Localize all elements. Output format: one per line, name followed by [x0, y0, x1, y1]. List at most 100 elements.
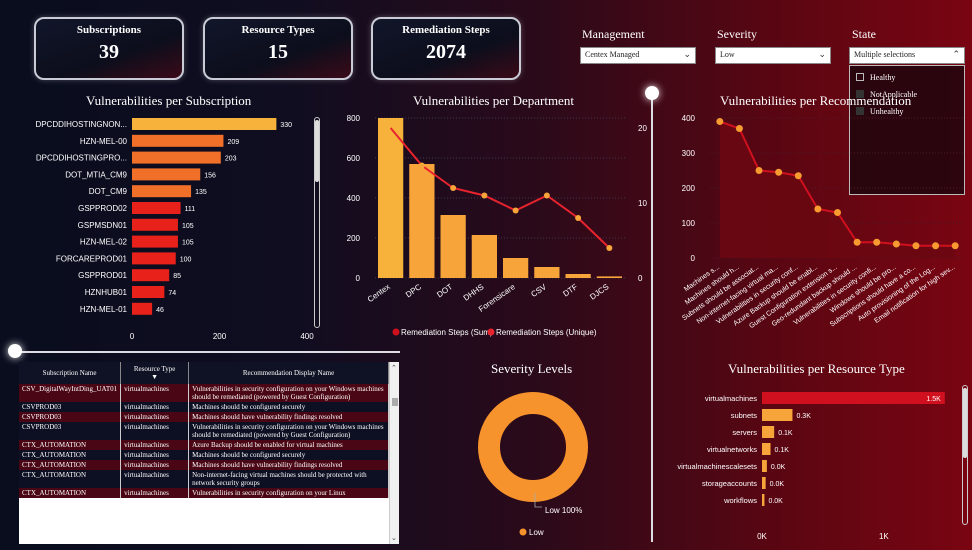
- y2-tick-label: 10: [638, 199, 647, 208]
- checkbox[interactable]: [856, 73, 864, 81]
- y-tick-label: HZNHUB01: [85, 288, 128, 297]
- y-tick-label: HZN-MEL-02: [80, 238, 128, 247]
- kpi-label: Remediation Steps: [402, 24, 490, 36]
- table-row[interactable]: CSV_DigitalWayIntDing_UAT01 virtualmachin…: [19, 384, 389, 402]
- cell-recommendation: Machines should have vulnerability findi…: [188, 412, 389, 422]
- state-option-healthy[interactable]: Healthy: [856, 71, 964, 83]
- bar: [762, 460, 767, 472]
- cell-subscription: CSVPROD03: [19, 422, 122, 440]
- bar: [132, 302, 153, 315]
- scrollbar-thumb[interactable]: [392, 398, 398, 406]
- state-dropdown[interactable]: Multiple selections ⌃: [849, 47, 965, 64]
- y-tick-label: DOT_CM9: [89, 187, 128, 196]
- x-tick-label: DTF: [561, 282, 579, 298]
- x-tick-label: DOT: [435, 282, 454, 299]
- data-label: 209: [227, 139, 239, 146]
- cell-recommendation: Machines should be configured securely: [188, 402, 389, 412]
- series-point: [853, 238, 861, 246]
- y-tick-label: 800: [347, 114, 361, 123]
- bar: [503, 258, 529, 278]
- data-label: 100: [180, 256, 192, 263]
- x-tick-label: 0K: [757, 532, 767, 541]
- table-row[interactable]: CSVPROD03 virtualmachines Vulnerabilities …: [19, 422, 389, 440]
- vertical-slider-handle[interactable]: [645, 86, 659, 100]
- x-tick-label: DHHS: [462, 282, 486, 302]
- cell-subscription: CSV_DigitalWayIntDing_UAT01: [19, 384, 122, 402]
- y2-tick-label: 20: [638, 124, 647, 133]
- severity-dropdown-value: Low: [720, 50, 735, 59]
- column-header-resource-type[interactable]: Resource Type ▼: [120, 362, 190, 384]
- cell-resource-type: virtualmachines: [120, 384, 190, 402]
- cell-subscription: CSVPROD03: [19, 402, 122, 412]
- cell-resource-type: virtualmachines: [120, 412, 190, 422]
- management-slicer-label: Management: [582, 27, 645, 41]
- table-row[interactable]: CSVPROD03 virtualmachines Machines should …: [19, 402, 389, 412]
- table-row[interactable]: CTX_AUTOMATION virtualmachines Machines sh…: [19, 460, 389, 470]
- series-point: [418, 162, 425, 169]
- x-tick-label: DPC: [404, 282, 423, 299]
- column-header-recommendation[interactable]: Recommendation Display Name: [188, 362, 389, 384]
- area-fill: [719, 121, 956, 258]
- cell-recommendation: Vulnerabilities in security configuratio…: [188, 384, 389, 402]
- data-label: 0.3K: [796, 413, 811, 420]
- subscription-bar-chart: DPCDDIHOSTINGNON... 330 HZN-MEL-00 209 DPCDD…: [35, 118, 314, 341]
- table-row[interactable]: CTX_AUTOMATION virtualmachines Machines sh…: [19, 450, 389, 460]
- y-tick-label: GSPPROD02: [78, 204, 127, 213]
- management-dropdown[interactable]: Centex Managed ⌄: [580, 47, 696, 64]
- severity-dropdown[interactable]: Low ⌄: [715, 47, 831, 64]
- kpi-subscriptions[interactable]: Subscriptions 39: [34, 17, 184, 80]
- management-dropdown-value: Centex Managed: [585, 50, 640, 59]
- scrollbar-thumb[interactable]: [963, 388, 967, 458]
- data-label: 0.0K: [771, 464, 786, 471]
- department-chart-title: Vulnerabilities per Department: [413, 93, 574, 108]
- y-tick-label: 0: [356, 274, 361, 283]
- series-point: [716, 118, 724, 125]
- cell-recommendation: Machines should be configured securely: [188, 450, 389, 460]
- table-row[interactable]: CTX_AUTOMATION virtualmachines Azure Backu…: [19, 440, 389, 450]
- y-tick-label: 0: [691, 254, 696, 263]
- recommendation-table[interactable]: Subscription Name Resource Type ▼ Recomme…: [19, 362, 399, 544]
- table-row[interactable]: CSVPROD03 virtualmachines Machines should …: [19, 412, 389, 422]
- series-point: [794, 172, 802, 180]
- series-point: [873, 238, 881, 246]
- bar: [409, 164, 435, 278]
- resource-scrollbar[interactable]: [962, 385, 968, 525]
- series-point: [932, 242, 940, 250]
- x-tick-label: 1K: [879, 532, 889, 541]
- bar: [762, 494, 765, 506]
- y-tick-label: HZN-MEL-01: [80, 305, 128, 314]
- department-combo-chart: 020040060080001020Centex DPC DOT DHHSForens…: [347, 114, 648, 337]
- state-dropdown-value: Multiple selections: [854, 50, 916, 59]
- subscription-chart-title: Vulnerabilities per Subscription: [86, 93, 252, 108]
- data-label: Low 100%: [545, 506, 582, 515]
- y-tick-label: workflows: [723, 496, 757, 505]
- cell-resource-type: virtualmachines: [120, 488, 190, 498]
- table-row[interactable]: CTX_AUTOMATION virtualmachines Non-interne…: [19, 470, 389, 488]
- scroll-up-icon[interactable]: ⌃: [391, 364, 397, 372]
- y-tick-label: DOT_MTIA_CM9: [65, 170, 127, 179]
- sort-desc-icon: ▼: [151, 373, 159, 381]
- kpi-label: Subscriptions: [76, 24, 142, 36]
- y-tick-label: GSPMSDN01: [78, 221, 128, 230]
- donut-slice: [478, 392, 588, 502]
- bar: [762, 477, 766, 489]
- bar: [471, 235, 497, 278]
- legend-marker: [487, 328, 495, 336]
- cell-subscription: CTX_AUTOMATION: [19, 460, 122, 470]
- chevron-up-icon: ⌃: [952, 49, 960, 59]
- bar: [534, 267, 560, 278]
- severity-donut-chart: Low 100% Low: [478, 392, 588, 537]
- kpi-resource-types[interactable]: Resource Types 15: [203, 17, 353, 80]
- bar: [378, 118, 404, 278]
- kpi-remediation-steps[interactable]: Remediation Steps 2074: [371, 17, 521, 80]
- table-scrollbar[interactable]: ⌃ ⌄: [389, 362, 399, 544]
- series-point: [450, 185, 457, 191]
- data-label: 85: [173, 273, 181, 280]
- resource-chart-title: Vulnerabilities per Resource Type: [728, 361, 905, 376]
- y-tick-label: 300: [682, 149, 696, 158]
- horizontal-slider-handle[interactable]: [8, 344, 22, 358]
- bar: [132, 269, 170, 282]
- table-row[interactable]: CTX_AUTOMATION virtualmachines Vulnerabili…: [19, 488, 389, 498]
- scroll-down-icon[interactable]: ⌄: [391, 534, 397, 542]
- column-header-subscription[interactable]: Subscription Name: [19, 362, 122, 384]
